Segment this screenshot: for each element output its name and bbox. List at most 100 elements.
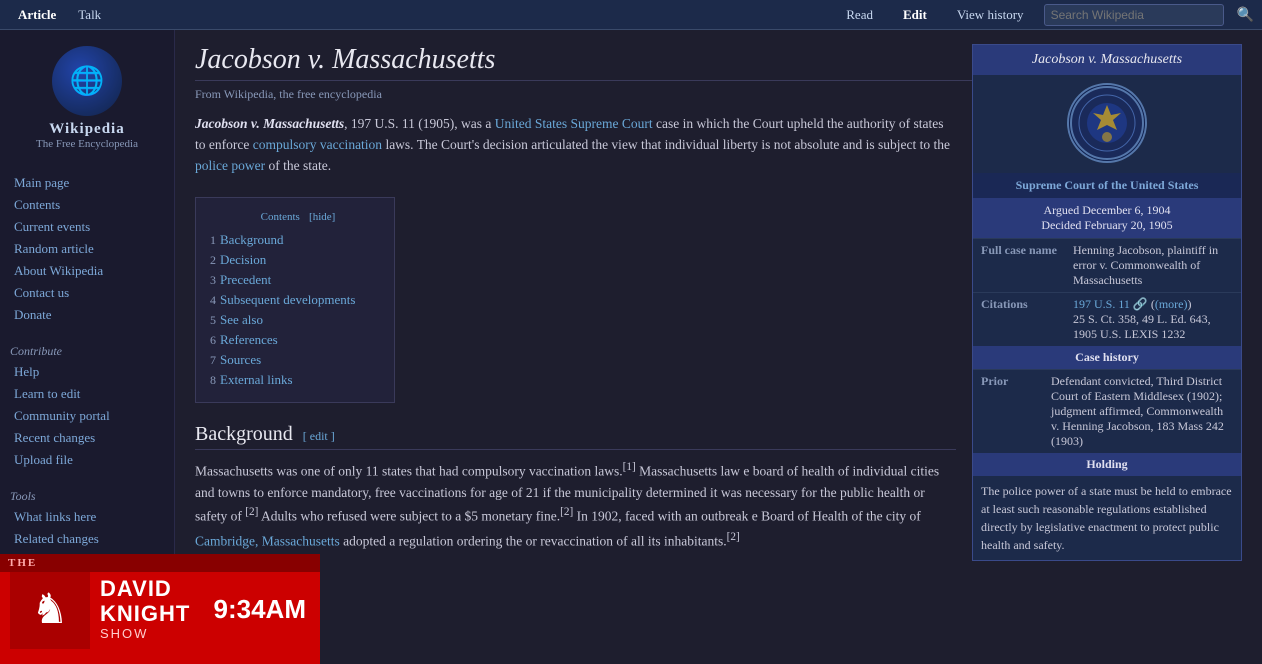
video-overlay[interactable]: THE ♞ DAVID KNIGHT SHOW 9:34AM: [0, 554, 320, 664]
infobox-label-citations: Citations: [973, 293, 1065, 347]
sidebar-item-about[interactable]: About Wikipedia: [0, 260, 174, 282]
page-actions: Read Edit View history 🔍: [836, 3, 1254, 27]
contents-link-externallinks[interactable]: External links: [220, 372, 293, 387]
supreme-court-link[interactable]: United States Supreme Court: [495, 116, 653, 131]
tab-article[interactable]: Article: [8, 3, 66, 27]
contents-item-3[interactable]: 3Precedent: [210, 270, 380, 290]
search-button[interactable]: 🔍: [1237, 6, 1254, 23]
infobox-value-fullcase: Henning Jacobson, plaintiff in error v. …: [1065, 239, 1241, 293]
more-citations-link[interactable]: (more): [1155, 297, 1188, 311]
article-content: Jacobson v. Massachusetts Supreme Court …: [175, 30, 1262, 664]
video-the-label: THE: [8, 557, 37, 569]
compulsory-vaccination-link[interactable]: compulsory vaccination: [253, 137, 382, 152]
action-history[interactable]: View history: [947, 3, 1034, 27]
contents-item-4[interactable]: 4Subsequent developments: [210, 290, 380, 310]
sidebar-item-mainpage[interactable]: Main page: [0, 172, 174, 194]
video-show-name-line1: DAVID: [100, 577, 200, 601]
infobox-dates: Argued December 6, 1904 Decided February…: [973, 198, 1241, 238]
infobox: Jacobson v. Massachusetts Supreme Court …: [972, 44, 1242, 561]
sidebar-item-contact[interactable]: Contact us: [0, 282, 174, 304]
wiki-subtitle: The Free Encyclopedia: [0, 138, 174, 150]
infobox-argued: Argued December 6, 1904: [981, 203, 1233, 218]
cambridge-link[interactable]: Cambridge, Massachusetts: [195, 533, 340, 548]
infobox-decided: Decided February 20, 1905: [981, 218, 1233, 233]
bg-cite-4: [2]: [727, 531, 740, 543]
citation-extra: 25 S. Ct. 358, 49 L. Ed. 643, 1905 U.S. …: [1073, 312, 1211, 341]
sidebar-item-whatlinkshere[interactable]: What links here: [0, 506, 174, 528]
bg-text-1: Massachusetts was one of only 11 states …: [195, 463, 623, 478]
citation-link[interactable]: 197 U.S. 11: [1073, 297, 1130, 311]
contents-item-7[interactable]: 7 Sources: [210, 350, 380, 370]
sidebar-item-communityportal[interactable]: Community portal: [0, 405, 174, 427]
contents-hide[interactable]: [hide]: [309, 211, 335, 223]
contents-item-2[interactable]: 2 Decision: [210, 250, 380, 270]
sidebar-item-learntoedit[interactable]: Learn to edit: [0, 383, 174, 405]
background-section-title: Background [ edit ]: [195, 423, 956, 450]
video-show-name-line2: KNIGHT: [100, 602, 200, 626]
contents-link-background[interactable]: Background: [220, 232, 284, 247]
globe-icon: 🌐: [52, 46, 122, 116]
contents-num-1: 1: [210, 233, 216, 247]
police-power-link[interactable]: police power: [195, 158, 265, 173]
bg-text-12: adopted a regulation ordering the: [340, 533, 526, 548]
contents-box: Contents [hide] 1Background 2Decision 3P…: [195, 197, 395, 403]
case-history-header: Case history: [973, 346, 1241, 369]
tab-talk[interactable]: Talk: [68, 3, 111, 27]
sidebar-item-help[interactable]: Help: [0, 361, 174, 383]
article-tabs: Article Talk: [8, 3, 836, 27]
bg-cite-2: [2]: [245, 506, 258, 518]
bg-text-8: Adults who refused were subject to a $5 …: [258, 509, 560, 524]
infobox-history-table: Prior Defendant convicted, Third Distric…: [973, 369, 1241, 453]
supreme-court-seal: [1067, 83, 1147, 163]
video-time: 9:34AM: [200, 594, 320, 625]
contents-list: 1 Background 2 Decision 3Precedent 4Subseq…: [210, 230, 380, 390]
background-title-text: Background: [195, 423, 293, 446]
tools-header: Tools: [0, 481, 174, 506]
action-edit[interactable]: Edit: [893, 3, 937, 27]
infobox-court: Supreme Court of the United States: [973, 173, 1241, 198]
sidebar-item-relatedchanges[interactable]: Related changes: [0, 528, 174, 550]
contents-item-1[interactable]: 1 Background: [210, 230, 380, 250]
contents-num-5: 5: [210, 313, 216, 327]
sidebar-navigation: Main page Contents Current events Random…: [0, 172, 174, 326]
infobox-row-citations: Citations 197 U.S. 11 🔗 ((more)) 25 S. C…: [973, 293, 1241, 347]
article-case-name-bold: Jacobson v. Massachusetts: [195, 116, 344, 131]
action-read[interactable]: Read: [836, 3, 883, 27]
video-show-line: SHOW: [100, 626, 200, 641]
contents-link-subsequent[interactable]: Subsequent developments: [220, 292, 355, 307]
infobox-title: Jacobson v. Massachusetts: [973, 45, 1241, 75]
search-input[interactable]: [1044, 4, 1224, 26]
contents-link-sources[interactable]: Sources: [220, 352, 261, 367]
video-text-container: DAVID KNIGHT SHOW: [100, 577, 200, 640]
contents-num-7: 7: [210, 353, 216, 367]
sidebar-item-donate[interactable]: Donate: [0, 304, 174, 326]
bg-text-10: In 1902, faced with an outbreak: [573, 509, 751, 524]
infobox-value-prior: Defendant convicted, Third District Cour…: [1043, 370, 1241, 454]
video-logo: ♞: [10, 569, 90, 649]
bg-text-11: e Board of Health of the city of: [752, 509, 921, 524]
wiki-title: Wikipedia: [0, 121, 174, 138]
contents-num-2: 2: [210, 253, 216, 267]
intro-text-4: of the state.: [265, 158, 331, 173]
contents-link-decision[interactable]: Decision: [220, 252, 266, 267]
sidebar-item-currentevents[interactable]: Current events: [0, 216, 174, 238]
contents-item-6[interactable]: 6 References: [210, 330, 380, 350]
contents-item-5[interactable]: 5 See also: [210, 310, 380, 330]
bg-cite-1: [1]: [623, 461, 636, 473]
sidebar-item-uploadfile[interactable]: Upload file: [0, 449, 174, 471]
sidebar-item-contents[interactable]: Contents: [0, 194, 174, 216]
infobox-label-fullcase: Full case name: [973, 239, 1065, 293]
infobox-label-prior: Prior: [973, 370, 1043, 454]
contents-item-8[interactable]: 8 External links: [210, 370, 380, 390]
contents-link-precedent[interactable]: Precedent: [220, 272, 271, 287]
contents-link-references[interactable]: References: [220, 332, 278, 347]
background-edit-link[interactable]: [ edit ]: [303, 429, 335, 444]
sidebar-item-random[interactable]: Random article: [0, 238, 174, 260]
citation-main: 197 U.S. 11 🔗 ((more)): [1073, 297, 1192, 311]
contents-link-seealso[interactable]: See also: [220, 312, 263, 327]
contents-num-8: 8: [210, 373, 216, 387]
contents-num-6: 6: [210, 333, 216, 347]
bg-cite-3: [2]: [560, 506, 573, 518]
sidebar-item-recentchanges[interactable]: Recent changes: [0, 427, 174, 449]
video-top-bar: THE: [0, 554, 320, 572]
